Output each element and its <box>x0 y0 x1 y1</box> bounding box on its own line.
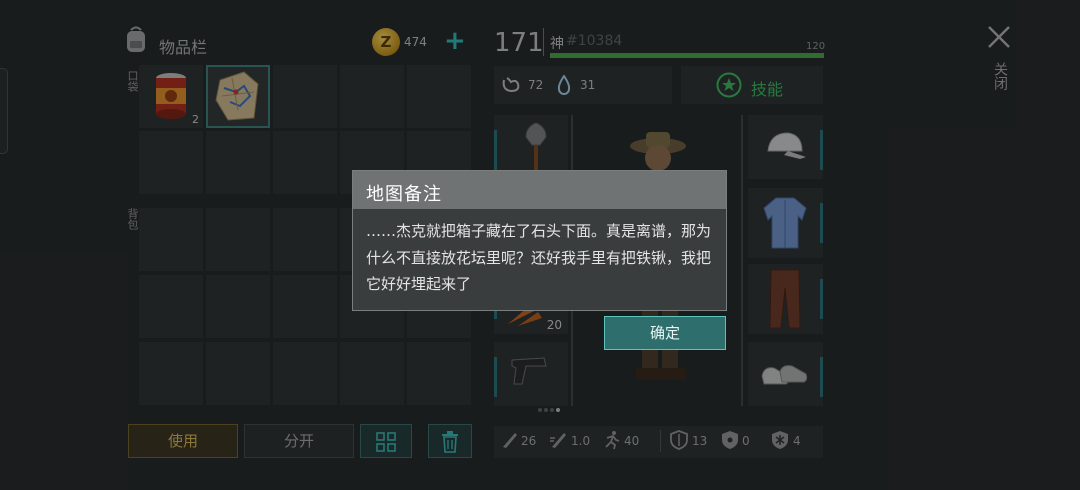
confirm-button[interactable]: 确定 <box>604 316 726 350</box>
dialog-body-text: ……杰克就把箱子藏在了石头下面。真是离谱，那为什么不直接放花坛里呢？还好我手里有… <box>366 222 712 293</box>
dialog-title: 地图备注 <box>366 184 442 205</box>
